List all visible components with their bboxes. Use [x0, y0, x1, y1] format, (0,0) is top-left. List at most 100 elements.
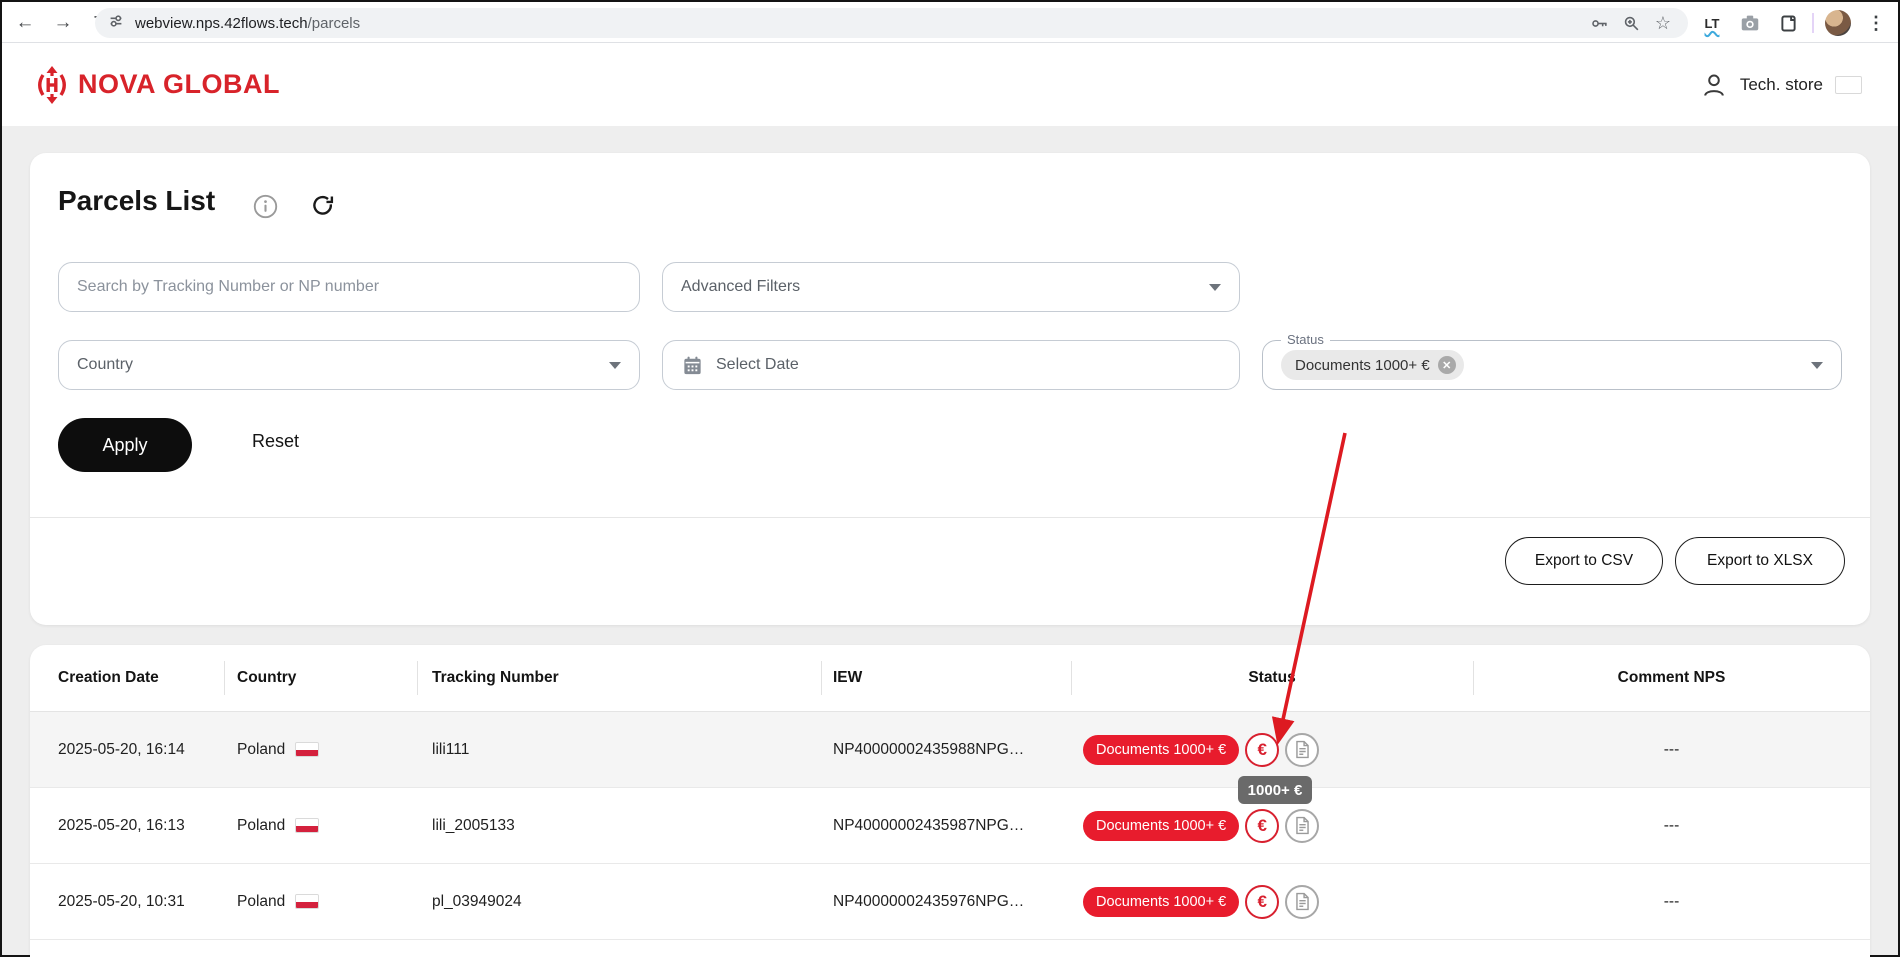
col-header-iew: IEW [833, 669, 863, 686]
poland-flag-icon [295, 818, 320, 833]
status-select[interactable]: Status Documents 1000+ € ✕ [1262, 332, 1842, 390]
calendar-icon [684, 356, 701, 374]
advanced-filters-label: Advanced Filters [681, 278, 801, 295]
euro-tooltip: 1000+ € [1238, 776, 1312, 804]
search-field-wrapper [58, 262, 640, 312]
account-area[interactable]: Tech. store [1700, 71, 1862, 99]
chevron-down-icon [1811, 361, 1823, 369]
status-field-label: Status [1281, 332, 1330, 347]
site-info-icon[interactable] [107, 12, 125, 35]
cell-tracking-number: pl_03949024 [432, 892, 522, 910]
documents-icon[interactable] [1285, 808, 1320, 843]
refresh-icon[interactable] [310, 193, 336, 219]
table-row[interactable]: 2025-05-20, 16:13 Poland lili_2005133 NP… [30, 788, 1870, 864]
cell-creation-date: 2025-05-20, 16:13 [58, 816, 185, 834]
col-header-country: Country [237, 669, 297, 686]
cell-creation-date: 2025-05-20, 10:31 [58, 892, 185, 910]
profile-avatar[interactable] [1824, 9, 1852, 37]
poland-flag-icon [295, 894, 320, 909]
column-separator [224, 661, 225, 695]
date-picker-field[interactable]: Select Date [662, 340, 1240, 390]
country-name: Poland [237, 740, 286, 758]
account-label: Tech. store [1739, 74, 1823, 94]
camera-extension-icon[interactable] [1736, 9, 1764, 37]
cell-comment-nps: --- [1663, 740, 1680, 758]
chevron-down-icon [1209, 283, 1221, 291]
nova-global-logo-icon [38, 65, 66, 104]
status-chip-label: Documents 1000+ € [1295, 356, 1430, 374]
reset-button[interactable]: Reset [252, 431, 299, 452]
toolbar-separator [1812, 13, 1814, 33]
advanced-filters-select[interactable]: Advanced Filters [662, 262, 1240, 312]
cell-country: Poland [237, 740, 320, 759]
column-separator [417, 661, 418, 695]
table-body: 2025-05-20, 16:14 Poland lili111 NP40000… [30, 712, 1870, 940]
documents-icon[interactable] [1285, 884, 1320, 919]
browser-window: ← → ↻ webview.nps.42flows.tech/parcels [0, 0, 1900, 957]
cell-status: Documents 1000+ € € [1083, 884, 1320, 919]
brand-name: NOVA GLOBAL [78, 69, 280, 99]
cell-country: Poland [237, 892, 320, 911]
brand-logo[interactable]: NOVA GLOBAL [34, 65, 280, 104]
url-text: webview.nps.42flows.tech/parcels [135, 14, 361, 32]
clipboard-extension-icon[interactable] [1774, 9, 1802, 37]
column-separator [821, 661, 822, 695]
cell-comment-nps: --- [1663, 816, 1680, 834]
documents-icon[interactable] [1285, 732, 1320, 767]
status-badge: Documents 1000+ € [1083, 886, 1240, 917]
apply-button[interactable]: Apply [58, 418, 192, 472]
poland-flag-icon [295, 742, 320, 757]
status-badge: Documents 1000+ € [1083, 734, 1240, 765]
cell-creation-date: 2025-05-20, 16:14 [58, 740, 185, 758]
euro-symbol: € [1257, 815, 1267, 835]
col-header-tracking-number: Tracking Number [432, 669, 559, 686]
chevron-down-icon [609, 361, 621, 369]
user-icon [1704, 74, 1724, 96]
export-xlsx-button[interactable]: Export to XLSX [1675, 537, 1845, 585]
cell-country: Poland [237, 817, 320, 835]
poland-flag-icon[interactable] [1835, 75, 1862, 94]
cell-tracking-number: lili111 [432, 740, 470, 758]
euro-icon[interactable]: € [1245, 808, 1280, 843]
page-title: Parcels List [58, 185, 216, 216]
bookmark-star-icon[interactable]: ☆ [1650, 10, 1676, 36]
password-key-icon[interactable] [1586, 10, 1612, 36]
status-chip[interactable]: Documents 1000+ € ✕ [1281, 350, 1464, 380]
col-header-comment-nps: Comment NPS [1617, 669, 1726, 686]
forward-icon[interactable]: → [50, 10, 76, 36]
back-icon[interactable]: ← [12, 10, 38, 36]
country-select[interactable]: Country [58, 340, 640, 390]
col-header-status: Status [1248, 669, 1296, 686]
cell-iew: NP40000002435988NPG… [833, 740, 1025, 758]
cell-iew: NP40000002435976NPG… [833, 892, 1025, 910]
euro-icon[interactable]: € [1245, 884, 1280, 919]
cell-comment-nps: --- [1663, 892, 1680, 910]
zoom-in-icon[interactable] [1618, 10, 1644, 36]
filters-divider [30, 517, 1870, 518]
status-badge: Documents 1000+ € [1083, 810, 1240, 841]
table-row[interactable]: 2025-05-20, 16:14 Poland lili111 NP40000… [30, 712, 1870, 788]
cell-status: Documents 1000+ € € [1083, 808, 1320, 843]
browser-menu-icon[interactable]: ⋮ [1862, 9, 1890, 37]
languagetool-extension-icon[interactable]: LT [1698, 9, 1726, 37]
extensions-area: LT ⋮ [1698, 9, 1890, 37]
parcels-table: Creation Date Country Tracking Number IE… [30, 645, 1870, 957]
table-header: Creation Date Country Tracking Number IE… [30, 645, 1870, 712]
euro-symbol: € [1257, 739, 1267, 759]
column-separator [1071, 661, 1072, 695]
info-icon[interactable] [252, 193, 278, 219]
cell-status: Documents 1000+ € € [1083, 732, 1320, 767]
column-separator [1473, 661, 1474, 695]
country-name: Poland [237, 892, 286, 910]
search-input[interactable] [77, 278, 621, 296]
euro-icon[interactable]: € [1245, 732, 1280, 767]
filters-card: Parcels List Advanced Filters Country [30, 153, 1870, 625]
export-csv-button[interactable]: Export to CSV [1505, 537, 1663, 585]
table-row[interactable]: 2025-05-20, 10:31 Poland pl_03949024 NP4… [30, 864, 1870, 940]
address-bar[interactable]: webview.nps.42flows.tech/parcels ☆ [95, 8, 1688, 38]
chip-remove-icon[interactable]: ✕ [1437, 356, 1456, 374]
col-header-creation-date: Creation Date [58, 669, 159, 686]
date-picker-label: Select Date [716, 356, 799, 373]
cell-iew: NP40000002435987NPG… [833, 816, 1025, 834]
app-header: NOVA GLOBAL Tech. store [2, 43, 1898, 126]
